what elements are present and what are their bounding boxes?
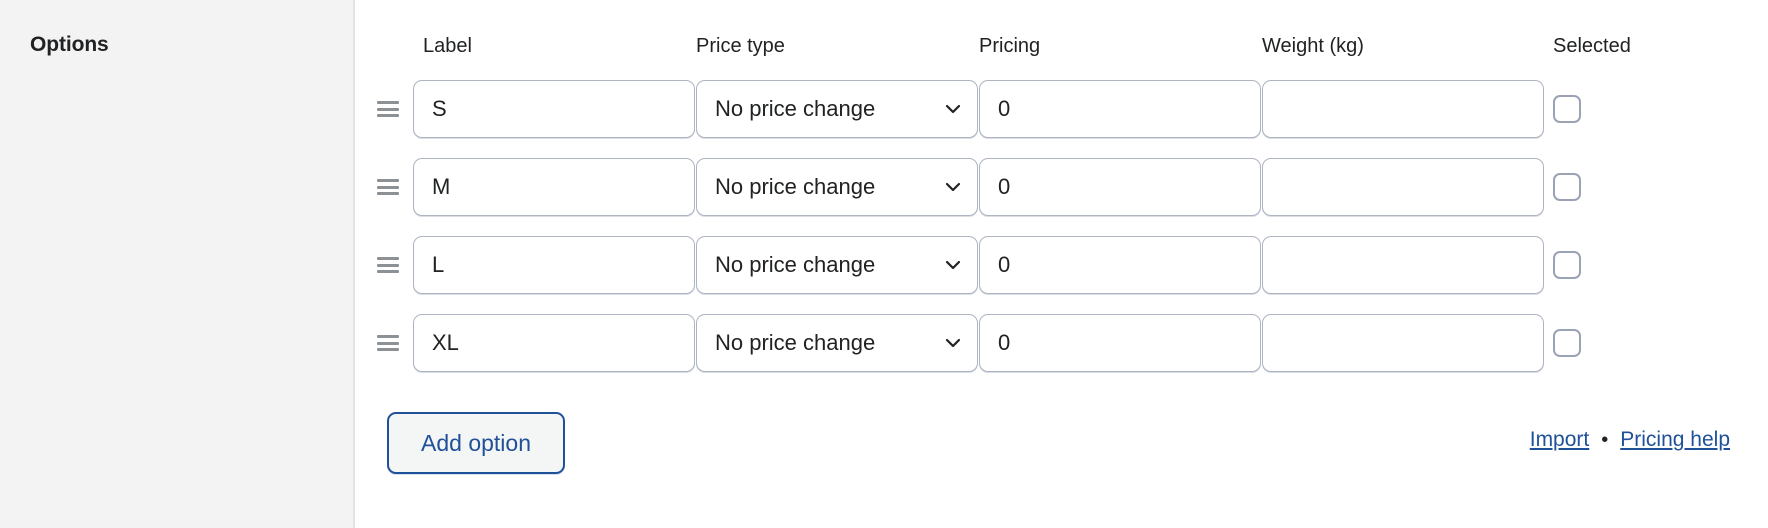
- selected-cell: [1545, 226, 1725, 304]
- price-type-cell: No price change: [696, 314, 979, 372]
- weight-input[interactable]: [1262, 80, 1544, 138]
- pricing-cell: [979, 236, 1262, 294]
- selected-checkbox[interactable]: [1553, 251, 1581, 279]
- label-input[interactable]: [413, 158, 695, 216]
- selected-checkbox[interactable]: [1553, 173, 1581, 201]
- price-type-select[interactable]: No price change: [696, 236, 978, 294]
- weight-input[interactable]: [1262, 236, 1544, 294]
- options-variants-panel: Options Label Price type Pricing Weight …: [0, 0, 1768, 528]
- price-type-select[interactable]: No price change: [696, 80, 978, 138]
- drag-handle-icon[interactable]: [377, 257, 399, 273]
- weight-cell: [1262, 80, 1545, 138]
- table-row: No price change: [355, 226, 1768, 304]
- pricing-cell: [979, 80, 1262, 138]
- label-input[interactable]: [413, 80, 695, 138]
- drag-cell: [355, 304, 413, 382]
- selected-cell: [1545, 148, 1725, 226]
- pricing-input[interactable]: [979, 314, 1261, 372]
- pricing-input[interactable]: [979, 80, 1261, 138]
- column-header-price-type: Price type: [696, 34, 785, 57]
- label-cell: [413, 314, 696, 372]
- label-cell: [413, 158, 696, 216]
- table-header-row: Label Price type Pricing Weight (kg) Sel…: [355, 32, 1768, 60]
- footer-links: Import • Pricing help: [1530, 428, 1730, 452]
- price-type-select[interactable]: No price change: [696, 158, 978, 216]
- table-row: No price change: [355, 148, 1768, 226]
- price-type-value: No price change: [715, 252, 876, 277]
- add-option-button[interactable]: Add option: [387, 412, 565, 474]
- table-row: No price change: [355, 70, 1768, 148]
- selected-cell: [1545, 70, 1725, 148]
- price-type-value: No price change: [715, 174, 876, 199]
- column-header-label: Label: [423, 34, 472, 57]
- option-rows: No price change: [355, 70, 1768, 382]
- chevron-down-icon: [945, 104, 961, 114]
- label-cell: [413, 80, 696, 138]
- weight-cell: [1262, 158, 1545, 216]
- selected-checkbox[interactable]: [1553, 329, 1581, 357]
- sidebar: Options: [0, 0, 355, 528]
- pricing-input[interactable]: [979, 236, 1261, 294]
- column-header-pricing: Pricing: [979, 34, 1041, 57]
- options-footer: Add option Import • Pricing help: [355, 412, 1768, 482]
- drag-handle-icon[interactable]: [377, 179, 399, 195]
- drag-cell: [355, 70, 413, 148]
- pricing-input[interactable]: [979, 158, 1261, 216]
- weight-cell: [1262, 314, 1545, 372]
- chevron-down-icon: [945, 260, 961, 270]
- pricing-cell: [979, 158, 1262, 216]
- weight-cell: [1262, 236, 1545, 294]
- label-input[interactable]: [413, 236, 695, 294]
- selected-checkbox[interactable]: [1553, 95, 1581, 123]
- options-table-area: Label Price type Pricing Weight (kg) Sel…: [355, 0, 1768, 528]
- pricing-help-link[interactable]: Pricing help: [1620, 428, 1730, 452]
- import-link[interactable]: Import: [1530, 428, 1590, 452]
- column-header-selected: Selected: [1553, 34, 1631, 57]
- label-cell: [413, 236, 696, 294]
- price-type-value: No price change: [715, 96, 876, 121]
- drag-handle-icon[interactable]: [377, 101, 399, 117]
- pricing-cell: [979, 314, 1262, 372]
- price-type-cell: No price change: [696, 80, 979, 138]
- drag-cell: [355, 148, 413, 226]
- price-type-cell: No price change: [696, 158, 979, 216]
- drag-cell: [355, 226, 413, 304]
- label-input[interactable]: [413, 314, 695, 372]
- drag-handle-icon[interactable]: [377, 335, 399, 351]
- price-type-cell: No price change: [696, 236, 979, 294]
- price-type-value: No price change: [715, 330, 876, 355]
- chevron-down-icon: [945, 338, 961, 348]
- page-title: Options: [30, 33, 109, 56]
- weight-input[interactable]: [1262, 314, 1544, 372]
- link-separator: •: [1601, 429, 1609, 451]
- column-header-weight: Weight (kg): [1262, 34, 1364, 57]
- table-row: No price change: [355, 304, 1768, 382]
- price-type-select[interactable]: No price change: [696, 314, 978, 372]
- selected-cell: [1545, 304, 1725, 382]
- weight-input[interactable]: [1262, 158, 1544, 216]
- chevron-down-icon: [945, 182, 961, 192]
